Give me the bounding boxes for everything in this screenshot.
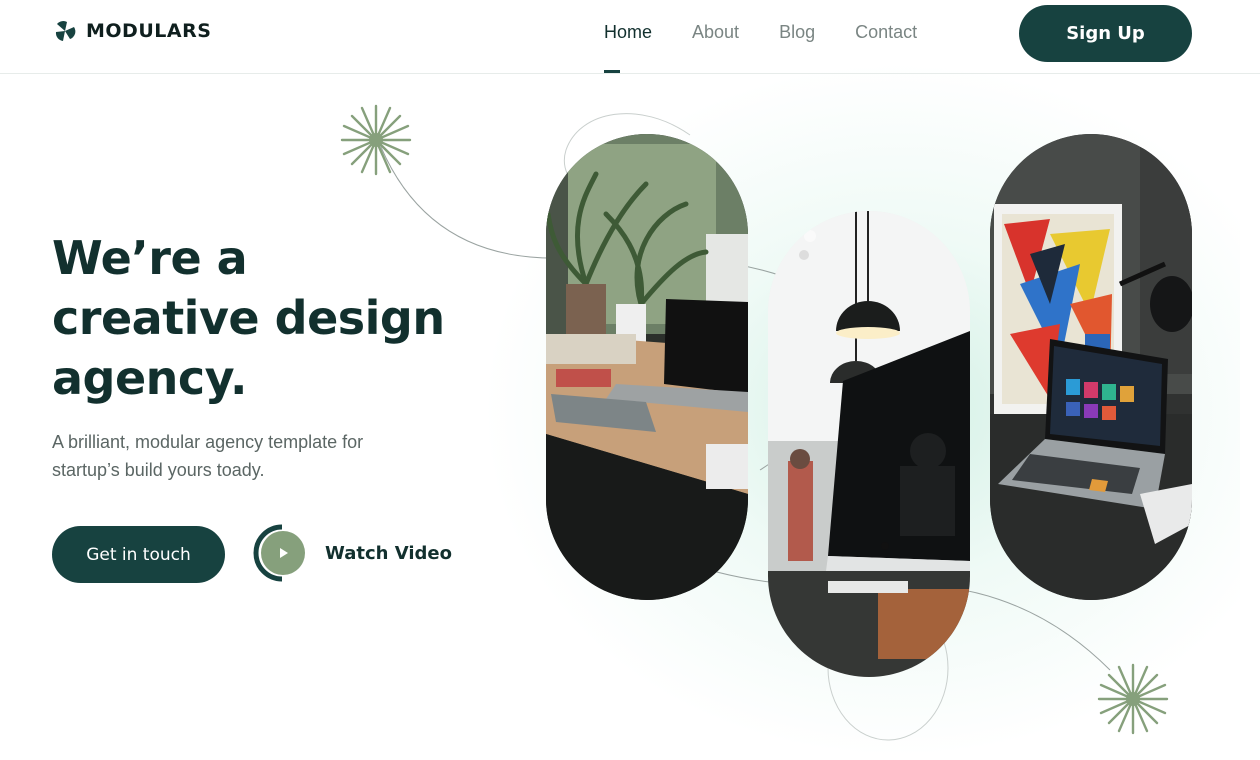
signup-button[interactable]: Sign Up bbox=[1019, 5, 1192, 62]
laptop-artwork-photo bbox=[990, 134, 1192, 600]
main-nav: Home About Blog Contact bbox=[604, 22, 917, 73]
nav-item-contact[interactable]: Contact bbox=[855, 22, 917, 72]
hero-title-line: creative design bbox=[52, 291, 445, 345]
nav-item-home[interactable]: Home bbox=[604, 22, 652, 73]
trefoil-logo-icon bbox=[55, 21, 76, 41]
hero-title-line: We’re a bbox=[52, 231, 248, 285]
photo-illustration bbox=[990, 134, 1192, 600]
photo-illustration bbox=[546, 134, 748, 600]
nav-item-blog[interactable]: Blog bbox=[779, 22, 815, 72]
workspace-plants-photo bbox=[546, 134, 748, 600]
photo-illustration bbox=[768, 211, 970, 677]
play-button[interactable] bbox=[253, 524, 311, 582]
hero-title-line: agency. bbox=[52, 351, 247, 405]
play-icon-circle bbox=[261, 531, 305, 575]
imac-pendant-lamp-photo bbox=[768, 211, 970, 677]
sparkle-icon bbox=[1097, 663, 1169, 735]
watch-video-label: Watch Video bbox=[325, 542, 452, 564]
hero-subtitle: A brilliant, modular agency template for… bbox=[52, 432, 364, 480]
get-in-touch-button[interactable]: Get in touch bbox=[52, 526, 225, 583]
play-icon bbox=[280, 548, 288, 558]
site-header: MODULARS Home About Blog Contact Sign Up bbox=[0, 0, 1260, 74]
brand-logo[interactable]: MODULARS bbox=[54, 20, 211, 42]
sparkle-icon bbox=[340, 104, 412, 176]
brand-name: MODULARS bbox=[86, 20, 212, 42]
hero-title: We’re a creative design agency. bbox=[52, 228, 492, 408]
nav-item-about[interactable]: About bbox=[692, 22, 739, 72]
watch-video-link[interactable]: Watch Video bbox=[253, 524, 452, 582]
